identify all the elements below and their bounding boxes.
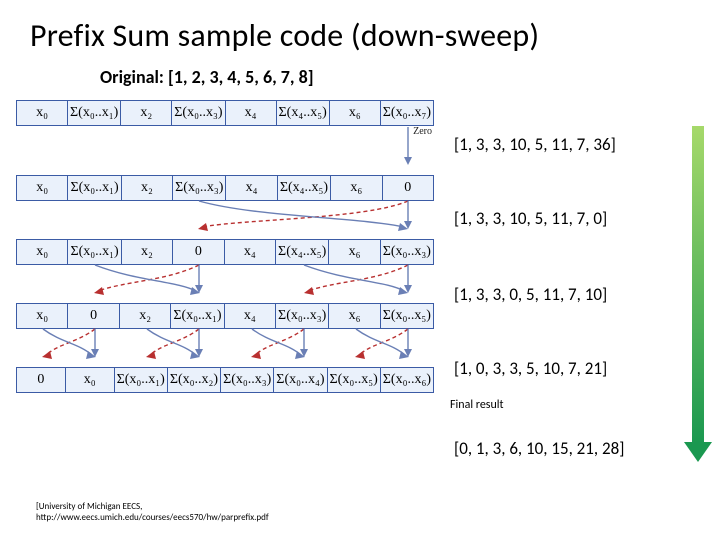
cell: Σ(x₀..x₁)	[68, 176, 121, 200]
cell: Σ(x₀..x₁)	[68, 101, 121, 125]
values-row-4: [0, 1, 3, 6, 10, 15, 21, 28]	[454, 438, 624, 459]
cell: Σ(x₀..x₁)	[68, 240, 121, 264]
cell: 0	[68, 304, 119, 328]
citation-line1: [University of Michigan EECS,	[36, 501, 142, 512]
cell: Σ(x₀..x₆)	[381, 368, 433, 392]
cell: x₂	[122, 240, 173, 264]
values-row-0: [1, 3, 3, 10, 5, 11, 7, 36]	[454, 134, 616, 155]
array-row-1: x₀ Σ(x₀..x₁) x₂ Σ(x₀..x₃) x₄ Σ(x₄..x₅) x…	[16, 175, 434, 201]
cell: x₄	[226, 176, 277, 200]
cell: Σ(x₀..x₅)	[328, 368, 381, 392]
cell: Σ(x₀..x₃)	[276, 304, 329, 328]
cell: Σ(x₀..x₅)	[381, 304, 433, 328]
cell: Σ(x₀..x₄)	[274, 368, 327, 392]
stage-2: x₀ Σ(x₀..x₁) x₂ 0 x₄ Σ(x₄..x₅) x₆ Σ(x₀..…	[16, 239, 434, 293]
cell: Σ(x₀..x₂)	[168, 368, 221, 392]
cell: x₂	[121, 101, 172, 125]
cell: x₄	[225, 304, 276, 328]
cell: Σ(x₀..x₃)	[381, 240, 433, 264]
cell: Σ(x₀..x₇)	[381, 101, 433, 125]
cell: Σ(x₄..x₅)	[278, 176, 331, 200]
cell: x₀	[17, 176, 68, 200]
values-row-3: [1, 0, 3, 3, 5, 10, 7, 21]	[454, 358, 607, 379]
cell: x₆	[330, 101, 381, 125]
slide: Prefix Sum sample code (down-sweep) Orig…	[0, 0, 720, 540]
cell: Σ(x₄..x₅)	[276, 240, 329, 264]
cell: Σ(x₄..x₅)	[277, 101, 330, 125]
values-row-2: [1, 3, 3, 0, 5, 11, 7, 10]	[454, 284, 607, 305]
cell: x₀	[66, 368, 115, 392]
citation: [University of Michigan EECS, http://www…	[36, 502, 269, 524]
arrows-1	[16, 201, 434, 229]
original-array: Original: [1, 2, 3, 4, 5, 6, 7, 8]	[100, 66, 314, 88]
cell: x₀	[17, 304, 68, 328]
cell: Σ(x₀..x₃)	[221, 368, 274, 392]
cell: Σ(x₀..x₁)	[115, 368, 168, 392]
values-row-1: [1, 3, 3, 10, 5, 11, 7, 0]	[454, 208, 607, 229]
cell: Σ(x₀..x₁)	[171, 304, 224, 328]
down-arrow-icon	[688, 126, 708, 462]
arrows-2	[16, 265, 434, 293]
arrows-3	[16, 329, 434, 357]
cell: x₂	[120, 304, 171, 328]
cell: x₄	[225, 240, 276, 264]
zero-label: Zero	[16, 126, 434, 137]
array-row-0: x₀ Σ(x₀..x₁) x₂ Σ(x₀..x₃) x₄ Σ(x₄..x₅) x…	[16, 100, 434, 126]
array-row-2: x₀ Σ(x₀..x₁) x₂ 0 x₄ Σ(x₄..x₅) x₆ Σ(x₀..…	[16, 239, 434, 265]
cell: x₀	[17, 101, 68, 125]
citation-line2: http://www.eecs.umich.edu/courses/eecs57…	[36, 512, 269, 523]
stage-4: 0 x₀ Σ(x₀..x₁) Σ(x₀..x₂) Σ(x₀..x₃) Σ(x₀.…	[16, 367, 434, 393]
cell: x₂	[122, 176, 173, 200]
diagram: x₀ Σ(x₀..x₁) x₂ Σ(x₀..x₃) x₄ Σ(x₄..x₅) x…	[16, 100, 434, 403]
cell: x₆	[329, 304, 380, 328]
cell: x₆	[329, 240, 380, 264]
cell: Σ(x₀..x₃)	[173, 176, 226, 200]
cell: Σ(x₀..x₃)	[172, 101, 225, 125]
cell: x₄	[226, 101, 277, 125]
cell: x₀	[17, 240, 68, 264]
stage-0: x₀ Σ(x₀..x₁) x₂ Σ(x₀..x₃) x₄ Σ(x₄..x₅) x…	[16, 100, 434, 165]
cell: 0	[17, 368, 66, 392]
array-row-3: x₀ 0 x₂ Σ(x₀..x₁) x₄ Σ(x₀..x₃) x₆ Σ(x₀..…	[16, 303, 434, 329]
cell: 0	[383, 176, 433, 200]
stage-3: x₀ 0 x₂ Σ(x₀..x₁) x₄ Σ(x₀..x₃) x₆ Σ(x₀..…	[16, 303, 434, 357]
cell: 0	[173, 240, 224, 264]
array-row-4: 0 x₀ Σ(x₀..x₁) Σ(x₀..x₂) Σ(x₀..x₃) Σ(x₀.…	[16, 367, 434, 393]
stage-1: x₀ Σ(x₀..x₁) x₂ Σ(x₀..x₃) x₄ Σ(x₄..x₅) x…	[16, 175, 434, 229]
arrows-0	[16, 137, 434, 165]
cell: x₆	[331, 176, 382, 200]
final-result-label: Final result	[450, 398, 504, 412]
slide-title: Prefix Sum sample code (down-sweep)	[30, 16, 539, 55]
